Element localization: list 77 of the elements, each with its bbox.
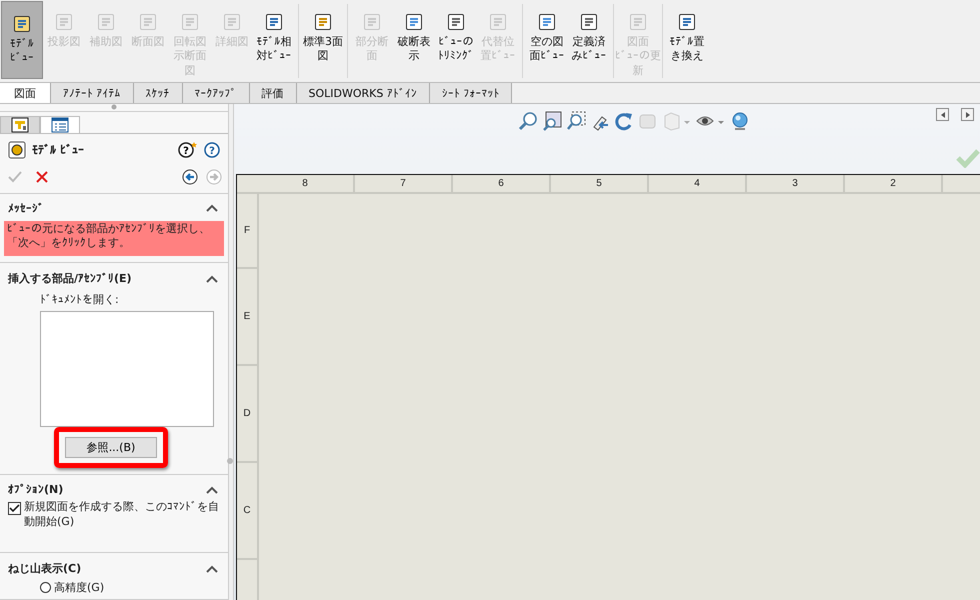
section-title: 挿入する部品/ｱｾﾝﾌﾞﾘ(E) bbox=[8, 271, 132, 286]
zone-label: D bbox=[237, 366, 257, 463]
sphere-icon[interactable] bbox=[730, 111, 750, 131]
drawing-view-icon bbox=[446, 12, 466, 32]
property-list-icon bbox=[51, 116, 69, 133]
drawing-view-icon bbox=[362, 12, 382, 32]
message-text: ﾋﾞｭｰの元になる部品かｱｾﾝﾌﾞﾘを選択し、「次へ」をｸﾘｯｸします。 bbox=[4, 220, 224, 256]
toolbar-button[interactable]: ﾓﾃﾞﾙ置 き換え bbox=[666, 0, 708, 80]
ribbon-tab[interactable]: ｱﾉﾃｰﾄ ｱｲﾃﾑ bbox=[51, 83, 134, 103]
zone-label: 2 bbox=[845, 175, 943, 192]
drawing-view-icon bbox=[54, 12, 74, 32]
collapse-chevron-icon[interactable] bbox=[206, 564, 218, 572]
zone-label: 7 bbox=[355, 175, 453, 192]
checkbox[interactable] bbox=[8, 502, 21, 516]
drawing-view-icon bbox=[264, 12, 284, 32]
pane-right-button[interactable] bbox=[961, 108, 974, 121]
zone-label: 4 bbox=[649, 175, 747, 192]
section-title: ﾒｯｾｰｼﾞ bbox=[8, 202, 44, 215]
ribbon-tab[interactable]: ｽｹｯﾁ bbox=[134, 83, 182, 103]
drawing-view-icon bbox=[628, 12, 648, 32]
confirm-check-icon[interactable] bbox=[956, 148, 980, 168]
panel-tab[interactable] bbox=[40, 116, 80, 133]
drawing-view-icon bbox=[96, 12, 116, 32]
drawing-view-icon bbox=[677, 12, 697, 32]
drawing-view-icon bbox=[138, 12, 158, 32]
drawing-view-icon bbox=[404, 12, 424, 32]
radio-button[interactable] bbox=[40, 582, 51, 593]
collapse-chevron-icon[interactable] bbox=[206, 274, 218, 283]
browse-button[interactable]: 参照...(B) bbox=[65, 437, 157, 458]
ribbon-tab[interactable]: SOLIDWORKS ｱﾄﾞｲﾝ bbox=[296, 83, 430, 103]
drawing-view-icon bbox=[488, 12, 508, 32]
section-title: ｵﾌﾟｼｮﾝ(N) bbox=[8, 483, 64, 496]
toolbar-button[interactable]: ﾓﾃﾞﾙ相 対ﾋﾞｭｰ bbox=[253, 0, 295, 80]
zone-label: F bbox=[237, 194, 257, 269]
help-icon[interactable]: ? bbox=[204, 142, 220, 158]
triangle-right-icon bbox=[964, 110, 972, 118]
radio-label: 高精度(G) bbox=[54, 580, 104, 595]
toolbar-button[interactable]: 破断表 示 bbox=[393, 0, 435, 80]
rotate-icon[interactable] bbox=[614, 111, 634, 131]
grip-dot-icon[interactable] bbox=[111, 104, 117, 110]
ribbon-tab[interactable]: ｼｰﾄ ﾌｫｰﾏｯﾄ bbox=[430, 83, 512, 103]
zoom-to-fit-icon[interactable] bbox=[542, 111, 562, 131]
pane-left-button[interactable] bbox=[936, 108, 949, 121]
toolbar-button[interactable]: ﾓﾃﾞﾙ ﾋﾞｭｰ bbox=[1, 1, 43, 79]
zone-label: 8 bbox=[257, 175, 355, 192]
toolbar-button[interactable]: 標準3面 図 bbox=[302, 0, 344, 80]
panel-tab[interactable] bbox=[0, 116, 40, 133]
zone-label: E bbox=[237, 269, 257, 366]
model-view-icon bbox=[8, 140, 26, 159]
zoom-icon[interactable] bbox=[518, 111, 538, 131]
ribbon-tab[interactable]: 評価 bbox=[250, 83, 296, 103]
collapse-chevron-icon[interactable] bbox=[206, 486, 218, 494]
triangle-left-icon bbox=[938, 110, 946, 118]
display-style-icon bbox=[662, 111, 692, 131]
toolbar-button[interactable]: ﾋﾞｭｰの ﾄﾘﾐﾝｸﾞ bbox=[435, 0, 477, 80]
cancel-icon[interactable] bbox=[36, 170, 48, 183]
panel-title: ﾓﾃﾞﾙ ﾋﾞｭｰ bbox=[32, 142, 84, 157]
ribbon-tab[interactable]: ﾏｰｸｱｯﾌﾟ bbox=[182, 83, 250, 103]
drawing-view-icon bbox=[12, 14, 32, 34]
section-title: ねじ山表示(C) bbox=[8, 561, 82, 576]
toolbar-button[interactable]: 空の図 面ﾋﾞｭｰ bbox=[526, 0, 568, 80]
tree-icon bbox=[11, 116, 29, 133]
drawing-view-icon bbox=[579, 12, 599, 32]
zone-label: 3 bbox=[747, 175, 845, 192]
zone-label: 5 bbox=[551, 175, 649, 192]
zone-label: 6 bbox=[453, 175, 551, 192]
drawing-view-icon bbox=[537, 12, 557, 32]
drawing-view-icon bbox=[222, 12, 242, 32]
toolbar-button[interactable]: 定義済 みﾋﾞｭｰ bbox=[568, 0, 610, 80]
zoom-area-icon[interactable] bbox=[566, 111, 586, 131]
ribbon-tab[interactable]: 図面 bbox=[0, 83, 51, 103]
field-label: ﾄﾞｷｭﾒﾝﾄを開く: bbox=[40, 292, 119, 308]
checkbox-label: 新規図面を作成する際、このｺﾏﾝﾄﾞを自動開始(G) bbox=[24, 500, 220, 530]
drawing-view-icon bbox=[313, 12, 333, 32]
collapse-chevron-icon[interactable] bbox=[206, 204, 218, 212]
drawing-view-icon bbox=[180, 12, 200, 32]
zone-label: C bbox=[237, 463, 257, 560]
